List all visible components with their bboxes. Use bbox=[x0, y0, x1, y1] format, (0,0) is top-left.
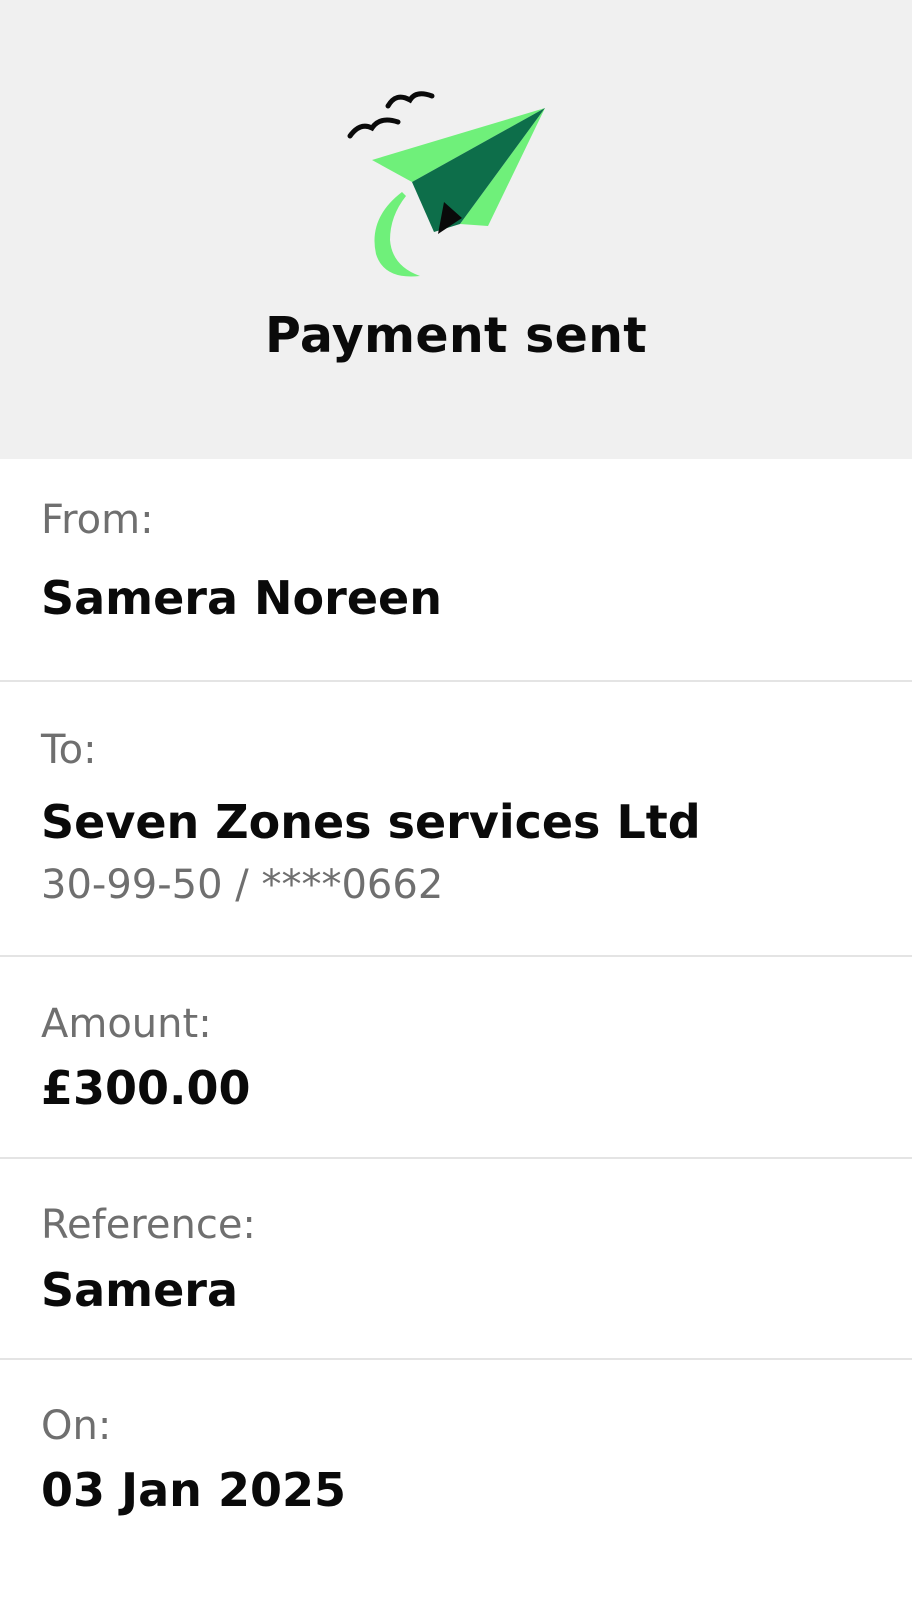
divider bbox=[0, 680, 912, 682]
to-value: Seven Zones services Ltd bbox=[41, 795, 701, 849]
paper-plane-icon bbox=[347, 91, 545, 277]
divider bbox=[0, 1358, 912, 1360]
from-value: Samera Noreen bbox=[41, 571, 442, 625]
account-number: 30-99-50 / ****0662 bbox=[41, 862, 444, 908]
from-label: From: bbox=[41, 497, 154, 543]
reference-value: Samera bbox=[41, 1263, 239, 1317]
divider bbox=[0, 1157, 912, 1159]
to-label: To: bbox=[41, 727, 97, 773]
date-value: 03 Jan 2025 bbox=[41, 1463, 346, 1517]
amount-value: £300.00 bbox=[41, 1061, 251, 1115]
amount-label: Amount: bbox=[41, 1001, 212, 1047]
payment-header: Payment sent bbox=[0, 0, 912, 459]
page-title: Payment sent bbox=[264, 307, 648, 364]
date-label: On: bbox=[41, 1403, 112, 1449]
reference-label: Reference: bbox=[41, 1202, 256, 1248]
divider bbox=[0, 955, 912, 957]
